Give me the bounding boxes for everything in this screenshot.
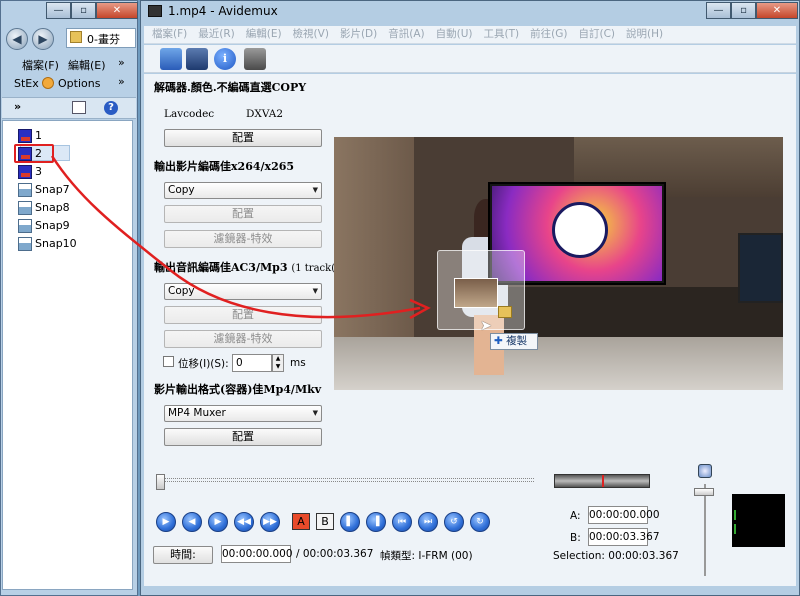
- jog-shuttle[interactable]: [554, 474, 650, 488]
- a-label: A:: [570, 510, 581, 522]
- forward-60-icon[interactable]: ↻: [470, 512, 490, 532]
- goto-marker-b-icon[interactable]: ▐: [366, 512, 386, 532]
- frame-type: 幀類型: I-FRM (00): [380, 550, 473, 562]
- total-time: / 00:00:03.367: [296, 548, 374, 560]
- next-keyframe-icon[interactable]: ▶▶: [260, 512, 280, 532]
- first-frame-icon[interactable]: ⏮: [392, 512, 412, 532]
- last-frame-icon[interactable]: ⏭: [418, 512, 438, 532]
- volume-handle[interactable]: [694, 488, 714, 496]
- b-label: B:: [570, 532, 581, 544]
- marker-b-button[interactable]: B: [316, 513, 334, 530]
- annotation-arrow: [50, 155, 431, 320]
- current-time-field[interactable]: 00:00:00.000: [221, 545, 293, 563]
- timeline-slider[interactable]: [156, 472, 534, 496]
- previous-frame-icon[interactable]: ◀: [182, 512, 202, 532]
- histogram-bar: [734, 510, 736, 520]
- volume-slider[interactable]: [694, 464, 714, 576]
- arrow-path: [50, 155, 421, 319]
- timeline-track: [156, 478, 534, 482]
- play-icon[interactable]: ▶: [156, 512, 176, 532]
- histogram-preview: [732, 494, 785, 547]
- selection-duration: Selection: 00:00:03.367: [553, 550, 679, 562]
- back-60-icon[interactable]: ↺: [444, 512, 464, 532]
- previous-keyframe-icon[interactable]: ◀◀: [234, 512, 254, 532]
- volume-track: [704, 484, 706, 576]
- time-button[interactable]: 時間:: [153, 546, 213, 564]
- histogram-bar: [734, 524, 736, 534]
- speaker-icon[interactable]: [698, 464, 712, 478]
- b-time-button[interactable]: 00:00:03.367: [588, 528, 660, 546]
- marker-a-button[interactable]: A: [292, 513, 310, 530]
- goto-marker-a-icon[interactable]: ▌: [340, 512, 360, 532]
- next-frame-icon[interactable]: ▶: [208, 512, 228, 532]
- a-time-button[interactable]: 00:00:00.000: [588, 506, 660, 524]
- timeline-handle[interactable]: [156, 474, 165, 490]
